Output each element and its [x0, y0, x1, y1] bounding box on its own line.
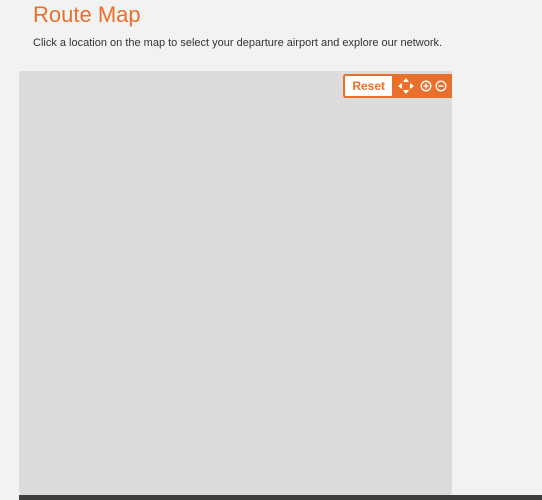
- zoom-out-icon[interactable]: [433, 74, 448, 98]
- pan-arrows-icon[interactable]: [394, 74, 418, 98]
- page-title: Route Map: [33, 2, 141, 27]
- map-controls: Reset: [343, 74, 452, 98]
- zoom-in-icon[interactable]: [418, 74, 433, 98]
- intro-text: Click a location on the map to select yo…: [33, 37, 443, 49]
- route-map[interactable]: Reset: [19, 71, 452, 495]
- reset-button[interactable]: Reset: [343, 74, 394, 98]
- footer-bar: [19, 495, 542, 500]
